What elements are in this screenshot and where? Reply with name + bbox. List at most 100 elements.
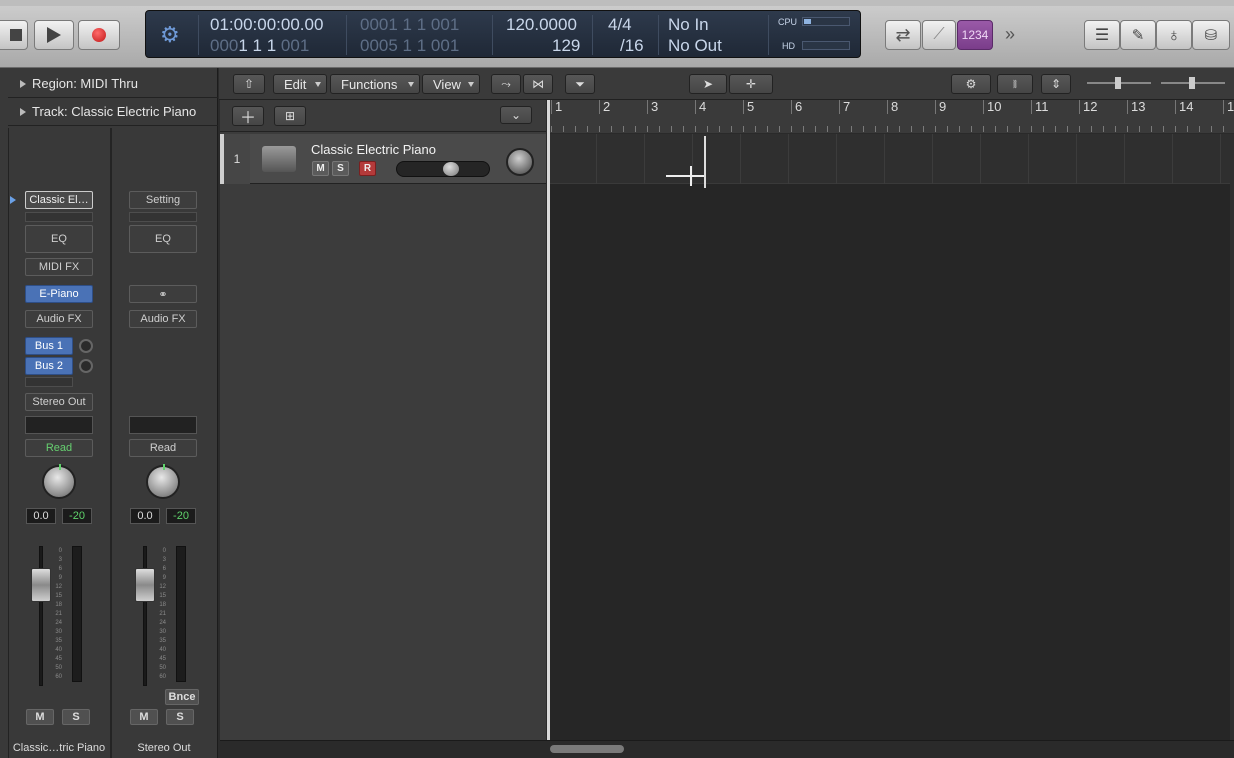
bar-number[interactable]: 13 [1127, 100, 1145, 114]
track-inspector-header[interactable]: Track: Classic Electric Piano [8, 98, 218, 126]
region-inspector-header[interactable]: Region: MIDI Thru [8, 70, 218, 98]
group-slot[interactable] [129, 416, 197, 434]
track-header-options-button[interactable]: ⌄ [500, 106, 532, 124]
eq-button[interactable]: EQ [25, 225, 93, 253]
track-pan-knob[interactable] [506, 148, 534, 176]
track-header-area[interactable] [220, 100, 546, 740]
play-button[interactable] [34, 20, 74, 50]
command-click-tool-menu[interactable]: ✛ [729, 74, 773, 94]
scrollbar-thumb[interactable] [550, 745, 624, 753]
cycle-button[interactable]: ⇄ [885, 20, 921, 50]
pan-knob[interactable] [42, 464, 76, 499]
time-signature-display[interactable]: 4/4 [608, 15, 632, 35]
record-button[interactable] [78, 20, 120, 50]
automation-mode-button[interactable]: Read [129, 439, 197, 457]
bar-number[interactable]: 12 [1079, 100, 1097, 114]
eq-button[interactable]: EQ [129, 225, 197, 253]
stereo-link-button[interactable]: ⚭ [129, 285, 197, 303]
slider-thumb[interactable] [1189, 77, 1195, 89]
send-empty-slot[interactable] [25, 377, 73, 387]
playhead[interactable] [547, 100, 550, 740]
send-bus-1[interactable]: Bus 1 [25, 337, 73, 355]
catch-button[interactable]: ⤳ [491, 74, 521, 94]
count-in-button[interactable]: 1234 [957, 20, 993, 50]
slider-thumb[interactable] [443, 162, 459, 176]
track-solo-button[interactable]: S [332, 161, 349, 176]
send-bus-2[interactable]: Bus 2 [25, 357, 73, 375]
send-2-knob[interactable] [79, 359, 93, 373]
tuner-button[interactable]: ⟋ [922, 20, 956, 50]
tempo-display[interactable]: 120.0000 [506, 15, 577, 35]
fit-track-height-button[interactable]: ⇕ [1041, 74, 1071, 94]
bar-number[interactable]: 9 [935, 100, 946, 114]
browser-button[interactable]: ⛁ [1192, 20, 1230, 50]
bar-number[interactable]: 6 [791, 100, 802, 114]
bar-number[interactable]: 10 [983, 100, 1001, 114]
bar-number[interactable]: 5 [743, 100, 754, 114]
bounce-button[interactable]: Bnce [165, 689, 199, 705]
waveform-zoom-button[interactable]: ⧚ [997, 74, 1033, 94]
track-lane[interactable] [548, 134, 1230, 184]
notepad-button[interactable]: ✎ [1120, 20, 1156, 50]
mute-button[interactable]: M [26, 709, 54, 725]
volume-fader-track[interactable] [39, 546, 43, 686]
gear-icon[interactable]: ⚙ [160, 22, 180, 48]
volume-readout[interactable]: 0.0 [130, 508, 160, 524]
snap-settings-button[interactable]: ⚙ [951, 74, 991, 94]
stop-button[interactable] [0, 20, 28, 50]
solo-button[interactable]: S [62, 709, 90, 725]
midi-fx-slot[interactable]: MIDI FX [25, 258, 93, 276]
group-slot[interactable] [25, 416, 93, 434]
volume-fader-track[interactable] [143, 546, 147, 686]
midi-filter-button[interactable]: ⏷ [565, 74, 595, 94]
automation-mode-button[interactable]: Read [25, 439, 93, 457]
bar-number[interactable]: 8 [887, 100, 898, 114]
pan-knob[interactable] [146, 464, 180, 499]
volume-readout[interactable]: 0.0 [26, 508, 56, 524]
mute-button[interactable]: M [130, 709, 158, 725]
bar-number[interactable]: 1 [1223, 100, 1234, 114]
bar-number[interactable]: 7 [839, 100, 850, 114]
new-folder-track-button[interactable]: ⊞ [274, 106, 306, 126]
add-track-button[interactable]: ＋ [232, 106, 264, 127]
horizontal-scrollbar[interactable] [220, 740, 1234, 758]
volume-fader-cap[interactable] [31, 568, 51, 602]
left-click-tool-menu[interactable]: ➤ [689, 74, 727, 94]
slider-thumb[interactable] [1115, 77, 1121, 89]
channel-setting-button[interactable]: Classic El… [25, 191, 93, 209]
bar-number[interactable]: 11 [1031, 100, 1049, 114]
more-icon[interactable]: » [1005, 24, 1015, 45]
track-record-enable-button[interactable]: R [359, 161, 376, 176]
ruler-tick [887, 126, 888, 132]
vertical-zoom-slider[interactable] [1087, 77, 1151, 89]
output-slot[interactable]: Stereo Out [25, 393, 93, 411]
edit-menu[interactable]: Edit [273, 74, 327, 94]
bar-number[interactable]: 4 [695, 100, 706, 114]
bar-number[interactable]: 3 [647, 100, 658, 114]
audio-fx-slot[interactable]: Audio FX [25, 310, 93, 328]
track-mute-button[interactable]: M [312, 161, 329, 176]
loop-browser-button[interactable]: ♁ [1156, 20, 1192, 50]
bar-number[interactable]: 14 [1175, 100, 1193, 114]
solo-button[interactable]: S [166, 709, 194, 725]
instrument-slot[interactable]: E-Piano [25, 285, 93, 303]
division-display[interactable]: /16 [620, 36, 644, 56]
view-menu[interactable]: View [422, 74, 480, 94]
bar-number[interactable]: 2 [599, 100, 610, 114]
volume-fader-cap[interactable] [135, 568, 155, 602]
track-name[interactable]: Classic Electric Piano [311, 142, 436, 157]
arrange-area[interactable] [548, 134, 1230, 740]
track-header[interactable]: 1 Classic Electric Piano M S R [220, 134, 546, 184]
horizontal-zoom-slider[interactable] [1161, 77, 1225, 89]
track-volume-slider[interactable] [396, 161, 490, 177]
lcd-display[interactable]: ⚙ 01:00:00:00.00 0001 1 1 001 0001 1 1 0… [145, 10, 861, 58]
send-1-knob[interactable] [79, 339, 93, 353]
channel-setting-button[interactable]: Setting [129, 191, 197, 209]
list-editors-button[interactable]: ☰ [1084, 20, 1120, 50]
link-button[interactable]: ⋈ [523, 74, 553, 94]
back-up-button[interactable]: ⇧ [233, 74, 265, 94]
bar-ruler[interactable]: 1 2 3 4 5 6 7 8 9 10 11 12 13 14 1 [548, 100, 1234, 134]
audio-fx-slot[interactable]: Audio FX [129, 310, 197, 328]
functions-menu[interactable]: Functions [330, 74, 420, 94]
bar-number[interactable]: 1 [551, 100, 562, 114]
